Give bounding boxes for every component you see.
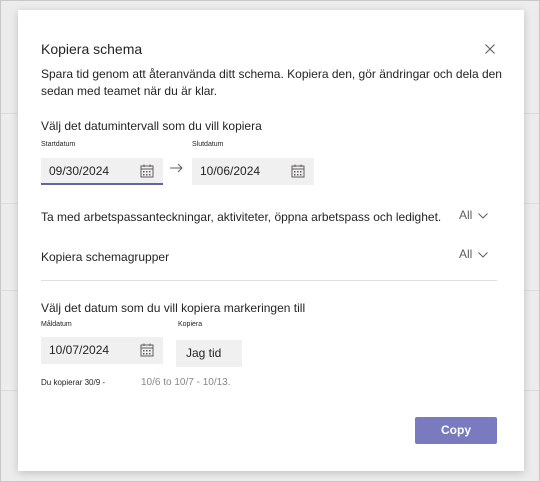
start-date-input[interactable]: 09/30/2024 [41,158,163,185]
target-date-input[interactable]: 10/07/2024 [41,337,163,364]
copies-input[interactable]: Jag tid [176,340,242,367]
copy-summary-text: Du kopierar 30/9 - [41,378,106,387]
target-date-value: 10/07/2024 [49,343,110,357]
section-divider [41,280,497,281]
include-notes-dropdown[interactable]: All [459,208,489,222]
start-date-label: Startdatum [41,141,76,148]
copies-label: Kopiera [178,321,203,328]
copy-summary-range: 10/6 to 10/7 - 10/13. [141,377,231,388]
chevron-down-icon [478,251,489,258]
copy-schedule-dialog: Kopiera schema Spara tid genom att återa… [18,10,524,471]
start-date-value: 09/30/2024 [49,164,110,178]
close-icon[interactable] [482,41,498,57]
end-date-label: Slutdatum [192,141,224,148]
arrow-right-icon [170,163,183,173]
target-date-heading: Välj det datum som du vill kopiera marke… [41,301,306,315]
source-range-heading: Välj det datumintervall som du vill kopi… [41,119,262,133]
include-notes-label: Ta med arbetspassanteckningar, aktivitet… [41,210,442,224]
dialog-description: Spara tid genom att återanvända ditt sch… [41,67,502,98]
end-date-input[interactable]: 10/06/2024 [192,158,314,185]
calendar-icon[interactable] [140,164,154,178]
dialog-title: Kopiera schema [41,41,143,57]
target-date-label: Måldatum [41,321,72,328]
calendar-icon[interactable] [291,164,305,178]
include-notes-value: All [459,208,473,222]
end-date-value: 10/06/2024 [200,164,261,178]
schedule-groups-label: Kopiera schemagrupper [41,250,170,264]
chevron-down-icon [478,212,489,219]
copy-button[interactable]: Copy [415,417,497,444]
schedule-groups-dropdown[interactable]: All [459,247,489,261]
calendar-icon[interactable] [140,343,154,357]
schedule-groups-value: All [459,247,473,261]
